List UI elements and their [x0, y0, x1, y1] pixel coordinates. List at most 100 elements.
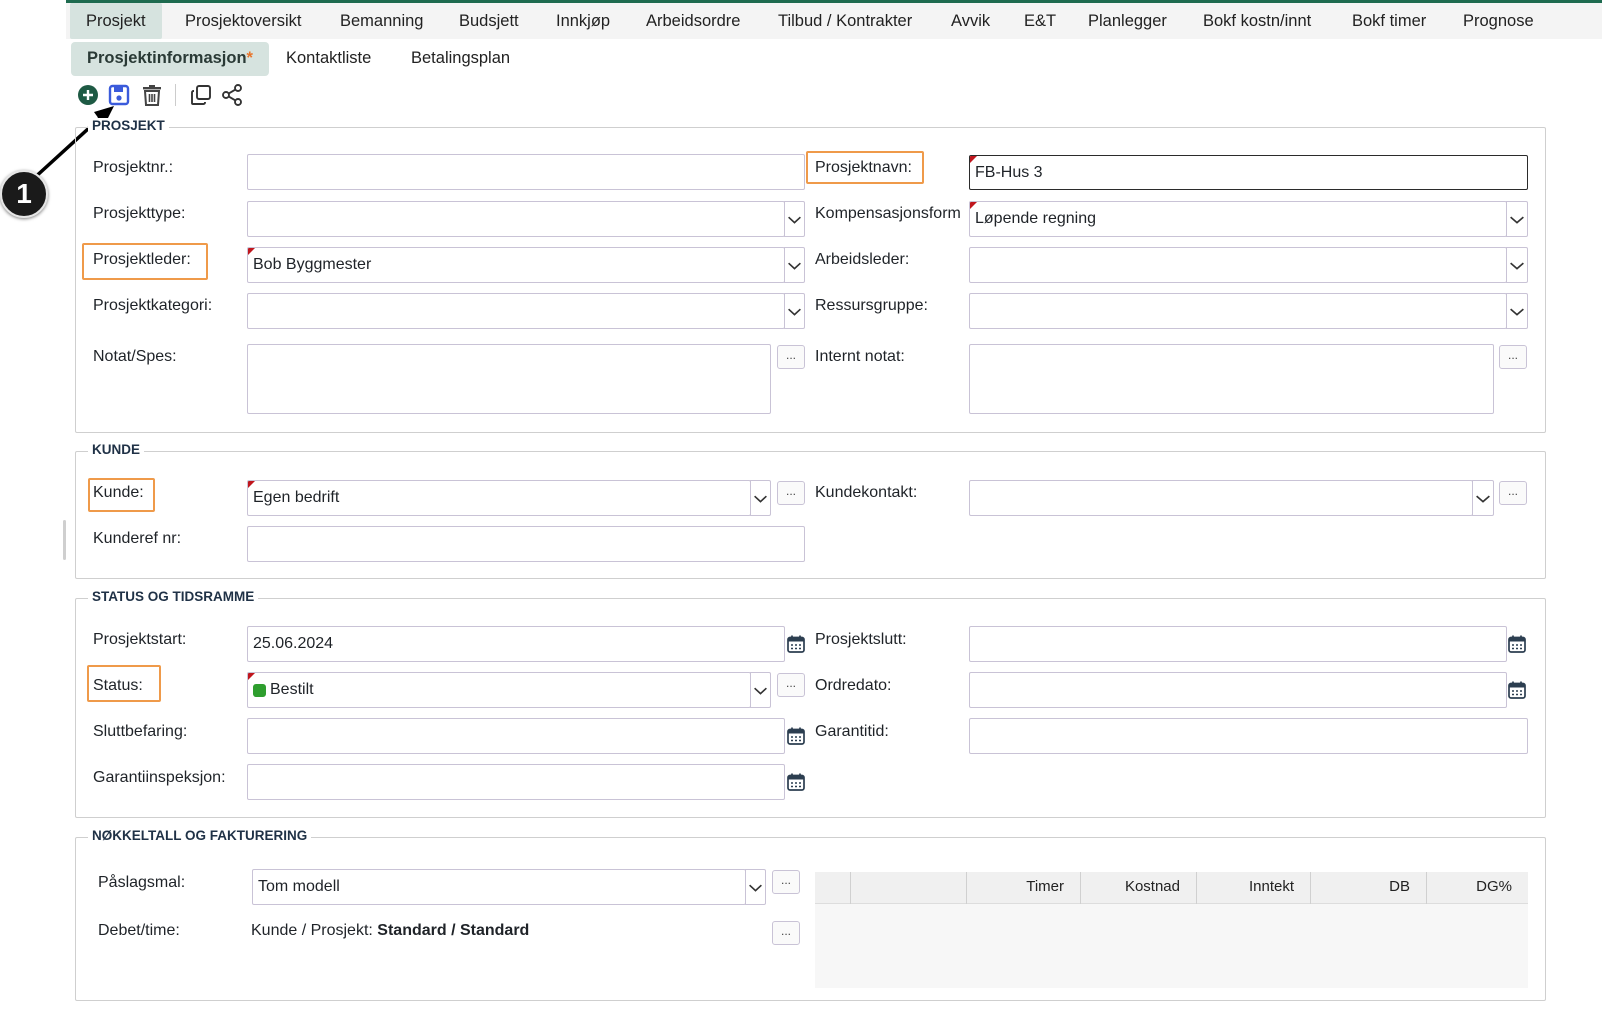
tab-bokf-kostn-innt[interactable]: Bokf kostn/innt	[1203, 3, 1311, 39]
garantiinspeksjon-input[interactable]	[247, 764, 785, 800]
table-header-db[interactable]: DB	[1310, 872, 1426, 904]
prosjektleder-select[interactable]: Bob Byggmester	[247, 247, 785, 283]
kunde-more-button[interactable]: ...	[777, 481, 805, 505]
tab-planlegger[interactable]: Planlegger	[1088, 3, 1167, 39]
paslagsmal-select[interactable]: Tom modell	[252, 869, 746, 905]
nokkeltall-table-header: Timer Kostnad Inntekt DB DG%	[815, 872, 1528, 904]
prosjektleder-chevron-down-icon[interactable]	[784, 247, 805, 283]
status-chevron-down-icon[interactable]	[750, 672, 771, 708]
prosjektslutt-calendar-icon[interactable]	[1507, 634, 1527, 654]
label-kunderef: Kunderef nr:	[93, 530, 182, 547]
garantiinspeksjon-calendar-icon[interactable]	[786, 772, 806, 792]
paslagsmal-chevron-down-icon[interactable]	[745, 869, 766, 905]
kunde-select[interactable]: Egen bedrift	[247, 480, 751, 516]
status-select[interactable]: Bestilt	[247, 672, 751, 708]
tab-prognose[interactable]: Prognose	[1463, 3, 1534, 39]
paslagsmal-more-button[interactable]: ...	[772, 870, 800, 894]
label-garantitid: Garantitid:	[815, 723, 889, 740]
ordredato-input[interactable]	[969, 672, 1507, 708]
tab-et[interactable]: E&T	[1024, 3, 1056, 39]
arbeidsleder-chevron-down-icon[interactable]	[1506, 247, 1528, 283]
label-ressursgruppe: Ressursgruppe:	[815, 297, 928, 314]
kundekontakt-more-button[interactable]: ...	[1499, 481, 1527, 505]
internt-notat-more-button[interactable]: ...	[1499, 345, 1527, 369]
prosjektnavn-input[interactable]: FB-Hus 3	[969, 155, 1528, 190]
table-header-dg[interactable]: DG%	[1426, 872, 1528, 904]
label-notat-spes: Notat/Spes:	[93, 348, 177, 365]
kompensasjonsform-chevron-down-icon[interactable]	[1506, 201, 1528, 237]
prosjektstart-calendar-icon[interactable]	[786, 634, 806, 654]
share-icon[interactable]	[220, 83, 244, 107]
arbeidsleder-select[interactable]	[969, 247, 1507, 283]
label-prosjektnavn: Prosjektnavn:	[815, 159, 912, 176]
prosjektkategori-chevron-down-icon[interactable]	[784, 293, 805, 329]
status-value: Bestilt	[270, 681, 314, 698]
ressursgruppe-select[interactable]	[969, 293, 1507, 329]
table-header-cell	[850, 872, 966, 904]
legend-nokkeltall-og-fakturering: NØKKELTALL OG FAKTURERING	[88, 828, 312, 843]
prosjektslutt-input[interactable]	[969, 626, 1507, 662]
label-prosjektnr: Prosjektnr.:	[93, 159, 174, 176]
label-prosjektkategori: Prosjektkategori:	[93, 297, 213, 314]
garantitid-input[interactable]	[969, 718, 1528, 754]
sluttbefaring-calendar-icon[interactable]	[786, 726, 806, 746]
prosjektnr-input[interactable]	[247, 154, 805, 190]
prosjektkategori-select[interactable]	[247, 293, 785, 329]
debet-standard: Standard / Standard	[377, 922, 530, 939]
internt-notat-textarea[interactable]	[969, 344, 1494, 414]
label-kunde: Kunde:	[93, 484, 144, 501]
panel-resize-handle[interactable]	[63, 520, 66, 560]
label-kundekontakt: Kundekontakt:	[815, 484, 918, 501]
tab-bokf-timer[interactable]: Bokf timer	[1352, 3, 1426, 39]
prosjekttype-select[interactable]	[247, 201, 785, 237]
unsaved-marker: *	[246, 49, 253, 67]
kunderef-input[interactable]	[247, 526, 805, 562]
ressursgruppe-chevron-down-icon[interactable]	[1506, 293, 1528, 329]
label-kompensasjonsform: Kompensasjonsform	[815, 205, 961, 222]
copy-icon[interactable]	[189, 83, 213, 107]
label-sluttbefaring: Sluttbefaring:	[93, 723, 188, 740]
prosjekttype-chevron-down-icon[interactable]	[784, 201, 805, 237]
notat-more-button[interactable]: ...	[777, 345, 805, 369]
debet-time-value: Kunde / Prosjekt: Standard / Standard	[251, 922, 529, 940]
subtab-kontaktliste[interactable]: Kontaktliste	[286, 42, 371, 76]
tab-arbeidsordre[interactable]: Arbeidsordre	[646, 3, 740, 39]
toolbar-separator	[175, 84, 176, 106]
label-prosjektstart: Prosjektstart:	[93, 631, 187, 648]
label-prosjekttype: Prosjekttype:	[93, 205, 186, 222]
table-header-kostnad[interactable]: Kostnad	[1080, 872, 1196, 904]
trash-icon[interactable]	[140, 83, 164, 107]
label-prosjektleder: Prosjektleder:	[93, 251, 191, 268]
label-paslagsmal: Påslagsmal:	[98, 874, 186, 891]
tab-bemanning[interactable]: Bemanning	[340, 3, 423, 39]
sluttbefaring-input[interactable]	[247, 718, 785, 754]
tab-avvik[interactable]: Avvik	[951, 3, 990, 39]
ordredato-calendar-icon[interactable]	[1507, 680, 1527, 700]
tab-budsjett[interactable]: Budsjett	[459, 3, 519, 39]
label-arbeidsleder: Arbeidsleder:	[815, 251, 910, 268]
notat-spes-textarea[interactable]	[247, 344, 771, 414]
status-color-dot	[253, 683, 266, 697]
subtab-betalingsplan[interactable]: Betalingsplan	[411, 42, 510, 76]
label-prosjektslutt: Prosjektslutt:	[815, 631, 907, 648]
tab-prosjektoversikt[interactable]: Prosjektoversikt	[185, 3, 301, 39]
label-ordredato: Ordredato:	[815, 677, 892, 694]
prosjektstart-input[interactable]: 25.06.2024	[247, 626, 785, 662]
label-status: Status:	[93, 677, 143, 694]
legend-prosjekt: PROSJEKT	[88, 118, 169, 133]
legend-status-og-tidsramme: STATUS OG TIDSRAMME	[88, 589, 259, 604]
table-header-timer[interactable]: Timer	[966, 872, 1080, 904]
legend-kunde: KUNDE	[88, 442, 145, 457]
kundekontakt-select[interactable]	[969, 480, 1473, 516]
kompensasjonsform-select[interactable]: Løpende regning	[969, 201, 1507, 237]
label-garantiinspeksjon: Garantiinspeksjon:	[93, 769, 226, 786]
table-header-inntekt[interactable]: Inntekt	[1196, 872, 1310, 904]
debet-more-button[interactable]: ...	[772, 921, 800, 945]
table-header-cell	[815, 872, 850, 904]
annotation-badge: 1	[0, 170, 48, 218]
kunde-chevron-down-icon[interactable]	[750, 480, 771, 516]
status-more-button[interactable]: ...	[777, 673, 805, 697]
kundekontakt-chevron-down-icon[interactable]	[1472, 480, 1494, 516]
tab-tilbud-kontrakter[interactable]: Tilbud / Kontrakter	[778, 3, 912, 39]
tab-innkjop[interactable]: Innkjøp	[556, 3, 610, 39]
